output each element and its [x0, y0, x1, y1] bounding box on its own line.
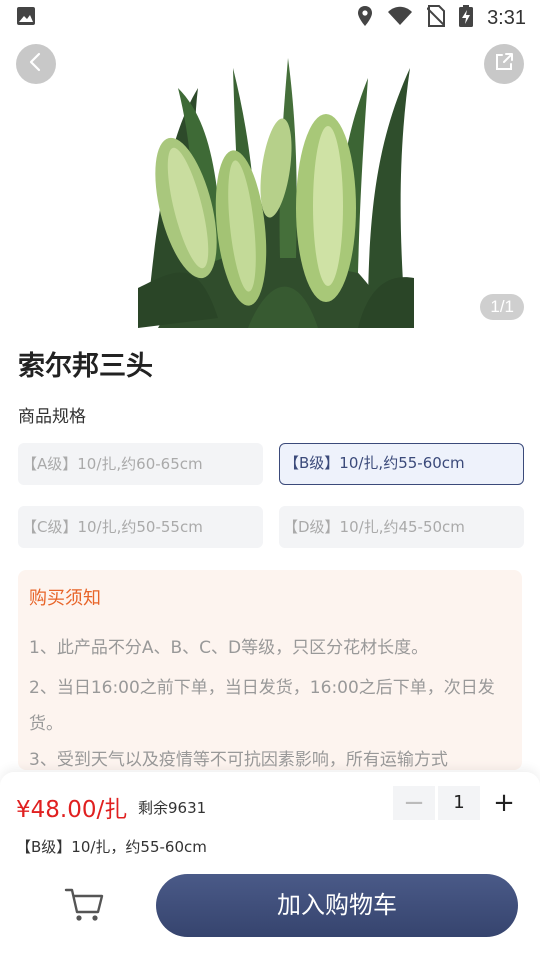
spec-option-b[interactable]: 【B级】10/扎,约55-60cm [279, 443, 524, 485]
notice-line: 1、此产品不分A、B、C、D等级，只区分花材长度。 [29, 638, 429, 658]
share-button[interactable] [484, 44, 524, 84]
notice-title: 购买须知 [29, 588, 101, 609]
selected-spec: 【B级】10/扎，约55-60cm [16, 838, 207, 856]
spec-option-d[interactable]: 【D级】10/扎,约45-50cm [279, 506, 524, 548]
cart-icon[interactable] [62, 884, 106, 924]
notice-line: 2、当日16:00之前下单，当日发货，16:00之后下单，次日发货。 [29, 678, 495, 734]
clock: 3:31 [487, 6, 526, 29]
purchase-panel: ¥48.00/扎 剩余9631 − 1 + 【B级】10/扎，约55-60cm … [0, 772, 540, 960]
image-counter: 1/1 [480, 294, 524, 320]
battery-charging-icon [459, 5, 474, 31]
notice-line: 3、受到天气以及疫情等不可抗因素影响，所有运输方式 [29, 750, 448, 770]
product-title: 索尔邦三头 [18, 351, 153, 382]
wifi-icon [387, 6, 413, 30]
product-gallery[interactable]: 1/1 [0, 36, 540, 328]
status-bar: 3:31 [0, 0, 540, 36]
spec-section-label: 商品规格 [18, 407, 86, 427]
add-to-cart-button[interactable]: 加入购物车 [156, 874, 518, 937]
price: ¥48.00/扎 [16, 797, 128, 823]
back-button[interactable] [16, 44, 56, 84]
quantity-value[interactable]: 1 [438, 786, 480, 820]
spec-option-a[interactable]: 【A级】10/扎,约60-65cm [18, 443, 263, 485]
stock-remaining: 剩余9631 [138, 799, 207, 817]
quantity-increase-button[interactable]: + [483, 786, 525, 820]
no-sim-icon [426, 5, 446, 31]
spec-option-c[interactable]: 【C级】10/扎,约50-55cm [18, 506, 263, 548]
product-photo [138, 58, 414, 328]
purchase-notice: 购买须知 1、此产品不分A、B、C、D等级，只区分花材长度。 2、当日16:00… [18, 570, 522, 770]
image-icon [16, 6, 36, 30]
location-icon [357, 5, 373, 31]
quantity-decrease-button[interactable]: − [393, 786, 435, 820]
back-icon [28, 52, 44, 76]
share-icon [493, 51, 515, 77]
